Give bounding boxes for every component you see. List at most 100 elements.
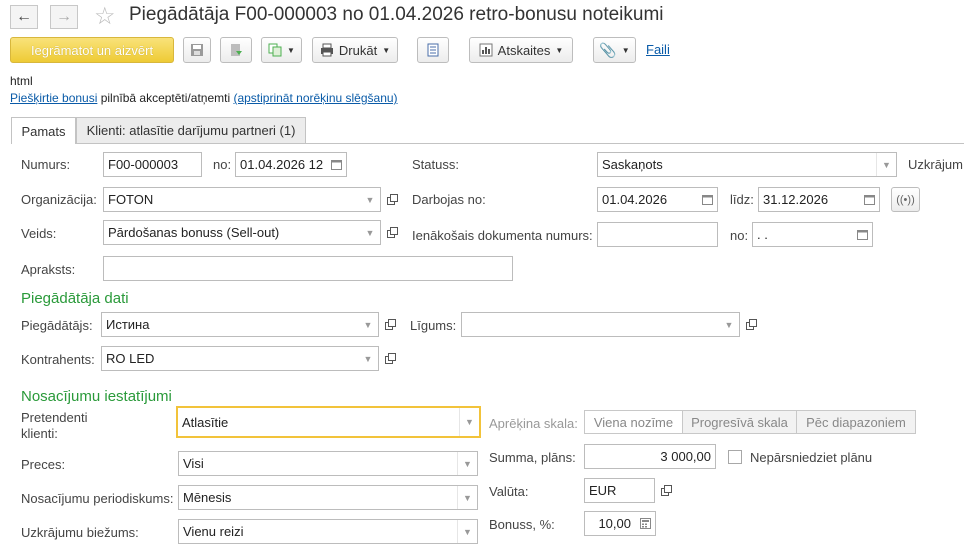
chevron-down-icon: ▼ [382, 45, 391, 55]
counterparty-select[interactable]: RO LED ▼ [101, 346, 379, 371]
goods-label: Preces: [21, 457, 66, 472]
scale-single-value-label: Viena nozīme [593, 414, 674, 430]
forward-button[interactable]: → [50, 5, 78, 29]
number-value: F00-000003 [108, 157, 179, 172]
calendar-icon[interactable] [697, 188, 717, 211]
tab-clients[interactable]: Klienti: atlasītie darījumu partneri (1) [76, 117, 306, 143]
open-contract-icon[interactable] [740, 312, 762, 337]
list-document-icon [427, 43, 439, 57]
granted-bonuses-link[interactable]: Piešķirtie bonusi [10, 91, 97, 105]
active-to-field[interactable]: 31.12.2026 [758, 187, 880, 212]
dont-exceed-plan-checkbox[interactable] [728, 450, 742, 464]
save-button[interactable] [183, 37, 211, 63]
chevron-down-icon[interactable]: ▼ [459, 408, 479, 436]
open-currency-icon[interactable] [655, 478, 677, 503]
period-value: Mēnesis [183, 490, 232, 505]
approve-settlement-link[interactable]: (apstiprināt norēķinu slēgšanu) [233, 91, 397, 105]
back-button[interactable]: ← [10, 5, 38, 29]
bonus-percent-field[interactable]: 10,00 [584, 511, 656, 536]
files-link[interactable]: Faili [646, 42, 670, 57]
incoming-doc-field[interactable] [597, 222, 718, 247]
tab-main[interactable]: Pamats [11, 117, 76, 144]
open-organization-icon[interactable] [381, 187, 403, 212]
organization-label: Organizācija: [21, 192, 97, 207]
number-field[interactable]: F00-000003 [103, 152, 202, 177]
currency-select[interactable]: EUR [584, 478, 655, 503]
conditions-section-title: Nosacījumu iestatījumi [21, 388, 172, 405]
period-select[interactable]: Mēnesis ▼ [178, 485, 478, 510]
open-supplier-icon[interactable] [379, 312, 401, 337]
open-type-icon[interactable] [381, 220, 403, 245]
post-button[interactable] [220, 37, 252, 63]
favorite-star-icon[interactable]: ☆ [94, 2, 116, 31]
frequency-value: Vienu reizi [183, 524, 244, 539]
chevron-down-icon: ▼ [555, 45, 564, 55]
calculator-icon[interactable] [635, 512, 655, 535]
status-select[interactable]: Saskaņots ▼ [597, 152, 897, 177]
counterparty-label: Kontrahents: [21, 352, 95, 367]
frequency-select[interactable]: Vienu reizi ▼ [178, 519, 478, 544]
claimants-select[interactable]: Atlasītie ▼ [176, 406, 481, 438]
contract-select[interactable]: ▼ [461, 312, 740, 337]
goods-value: Visi [183, 456, 204, 471]
active-from-label: Darbojas no: [412, 192, 486, 207]
bonus-percent-value: 10,00 [598, 516, 631, 531]
document-journal-button[interactable] [417, 37, 449, 63]
supplier-value: Истина [106, 317, 150, 332]
document-date-field[interactable]: 01.04.2026 12: [235, 152, 347, 177]
supplier-label: Piegādātājs: [21, 318, 93, 333]
chevron-down-icon[interactable]: ▼ [457, 520, 477, 543]
active-from-field[interactable]: 01.04.2026 [597, 187, 718, 212]
type-select[interactable]: Pārdošanas bonuss (Sell-out) ▼ [103, 220, 381, 245]
chevron-down-icon[interactable]: ▼ [457, 452, 477, 475]
type-label: Veids: [21, 226, 57, 241]
chevron-down-icon[interactable]: ▼ [360, 188, 380, 211]
scale-progressive-button[interactable]: Progresīvā skala [682, 410, 797, 434]
chevron-down-icon[interactable]: ▼ [360, 221, 380, 244]
open-counterparty-icon[interactable] [379, 346, 401, 371]
supplier-section-title: Piegādātāja dati [21, 290, 129, 307]
scale-by-ranges-button[interactable]: Pēc diapazoniem [796, 410, 916, 434]
page-title: Piegādātāja F00-000003 no 01.04.2026 ret… [129, 4, 664, 25]
tab-divider [11, 143, 964, 144]
organization-select[interactable]: FOTON ▼ [103, 187, 381, 212]
frequency-label: Uzkrājumu biežums: [21, 525, 139, 540]
active-to-label: līdz: [730, 192, 754, 207]
status-value: Saskaņots [602, 157, 663, 172]
paperclip-icon: 📎 [599, 41, 617, 58]
arrow-right-icon: → [56, 8, 72, 25]
period-picker-button[interactable]: ((•)) [891, 187, 920, 212]
goods-select[interactable]: Visi ▼ [178, 451, 478, 476]
chevron-down-icon: ▼ [287, 45, 295, 55]
attachments-button[interactable]: 📎 ▼ [593, 37, 636, 63]
chevron-down-icon[interactable]: ▼ [719, 313, 739, 336]
print-label: Drukāt [338, 42, 378, 58]
accumulation-label: Uzkrājum [908, 157, 963, 172]
post-and-close-button[interactable]: Iegrāmatot un aizvērt [10, 37, 174, 63]
reports-button[interactable]: Atskaites ▼ [469, 37, 573, 63]
chevron-down-icon[interactable]: ▼ [457, 486, 477, 509]
organization-value: FOTON [108, 192, 154, 207]
chevron-down-icon[interactable]: ▼ [358, 347, 378, 370]
calendar-icon[interactable] [859, 188, 879, 211]
calendar-icon[interactable] [852, 223, 872, 246]
incoming-date-field[interactable]: . . [752, 222, 873, 247]
date-no-label: no: [213, 157, 232, 172]
description-field[interactable] [103, 256, 513, 281]
chevron-down-icon[interactable]: ▼ [876, 153, 896, 176]
calendar-icon[interactable] [326, 153, 346, 176]
print-button[interactable]: Drukāt ▼ [312, 37, 398, 63]
scale-single-value-button[interactable]: Viena nozīme [584, 410, 683, 434]
supplier-select[interactable]: Истина ▼ [101, 312, 379, 337]
tab-main-label: Pamats [21, 123, 66, 139]
incoming-date-value: . . [757, 227, 768, 242]
arrow-left-icon: ← [16, 8, 32, 25]
chevron-down-icon[interactable]: ▼ [358, 313, 378, 336]
reports-label: Atskaites [497, 42, 551, 58]
period-label: Nosacījumu periodiskums: [21, 491, 174, 506]
claimants-label: Pretendenti klienti: [21, 410, 88, 441]
create-based-on-button[interactable]: ▼ [261, 37, 302, 63]
html-text: html [10, 74, 33, 88]
plan-sum-label: Summa, plāns: [489, 450, 576, 465]
plan-sum-field[interactable]: 3 000,00 [584, 444, 716, 469]
